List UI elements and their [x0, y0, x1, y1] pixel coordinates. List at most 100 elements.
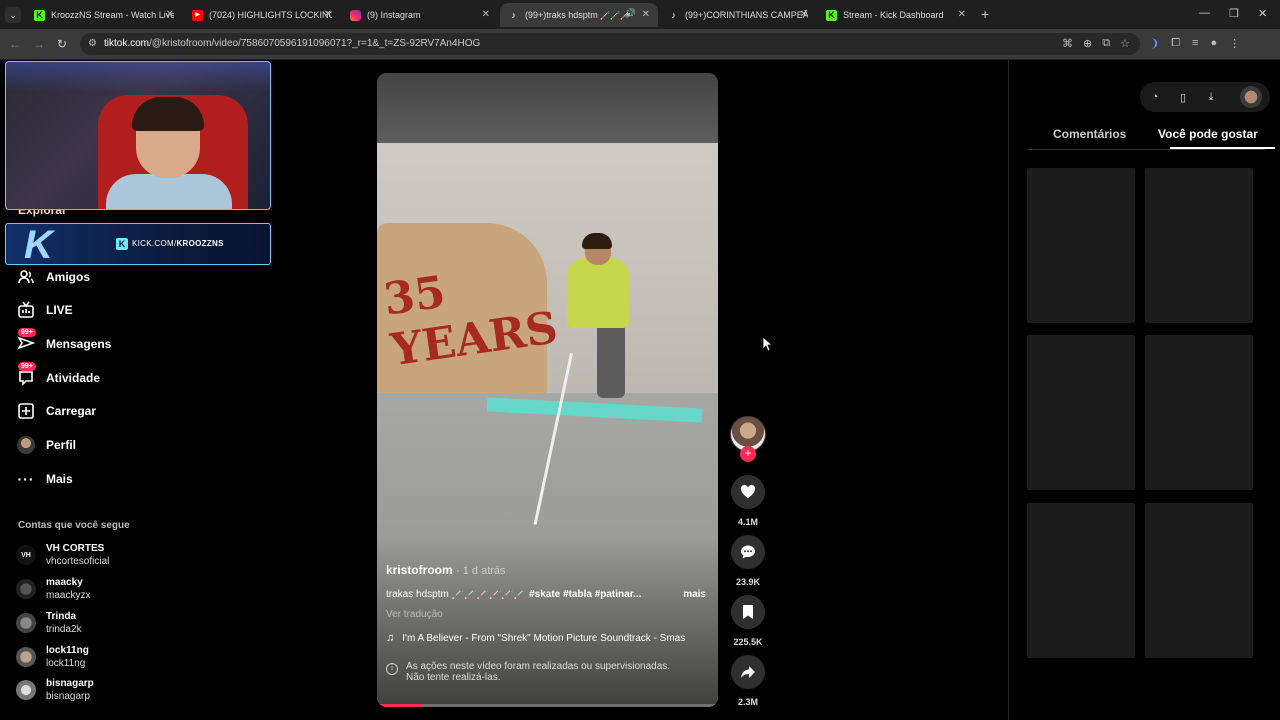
close-icon[interactable]: ✕	[166, 9, 174, 20]
right-panel-tabs: Comentários Você pode gostar	[1027, 120, 1275, 150]
heart-icon	[740, 484, 756, 498]
suggested-video-thumbnail[interactable]	[1027, 503, 1135, 658]
like-button[interactable]	[731, 475, 765, 509]
mouse-cursor-icon	[762, 336, 772, 352]
tab-tiktok-corinthians[interactable]: ♪ (99+)CORINTHIANS CAMPEÃO ✕	[660, 3, 816, 27]
video-caption: trakas hdsptm 🦯🦯🦯🦯🦯🦯 #skate #tabla #pati…	[386, 589, 642, 600]
video-progress-fill	[377, 704, 422, 707]
tab-youtube[interactable]: ▶ (7024) HIGHLIGHTS LOCKING F ✕	[184, 3, 340, 27]
install-icon[interactable]: ⧉	[1102, 37, 1110, 50]
tiktok-icon: ♪	[671, 9, 676, 20]
suggested-video-thumbnail[interactable]	[1145, 168, 1253, 323]
following-item[interactable]: lock11ng lock11ng	[16, 642, 89, 672]
extension-icons: ❩ ⧠ ≡ ● ⋮	[1150, 37, 1240, 50]
suggested-video-thumbnail[interactable]	[1145, 335, 1253, 490]
close-icon[interactable]: ✕	[800, 9, 808, 20]
suggested-video-thumbnail[interactable]	[1027, 335, 1135, 490]
following-item[interactable]: maacky maackyzx	[16, 574, 90, 604]
following-handle: lock11ng	[46, 658, 86, 669]
following-item[interactable]: Trinda trinda2k	[16, 608, 82, 638]
minimize-button[interactable]: —	[1199, 7, 1210, 19]
reload-icon[interactable]: ↻	[57, 37, 67, 51]
close-icon[interactable]: ✕	[482, 9, 490, 20]
close-window-button[interactable]: ✕	[1258, 7, 1267, 20]
tab-search-button[interactable]: ⌄	[5, 7, 21, 23]
tab-tiktok-active[interactable]: ♪ (99+)traks hdsptm 🦯🦯🦯 🔊 ✕	[500, 3, 658, 27]
tab-kick-stream[interactable]: K KroozzNS Stream - Watch Live ✕	[26, 3, 182, 27]
suggested-video-thumbnail[interactable]	[1027, 168, 1135, 323]
zoom-icon[interactable]: ⊕	[1083, 37, 1092, 50]
sidebar-item-upload[interactable]: Carregar	[16, 399, 96, 423]
right-panel: ◔ ▯ ⤓ Comentários Você pode gostar	[1008, 60, 1280, 720]
close-icon[interactable]: ✕	[958, 9, 966, 20]
kick-banner: K K KICK.COM/KROOZZNS	[5, 223, 271, 265]
comment-count: 23.9K	[735, 577, 761, 587]
tab-title: Stream - Kick Dashboard	[843, 10, 944, 20]
puzzle-icon[interactable]: ⧠	[1171, 37, 1180, 50]
video-tools-bar: ◔ ▯ ⤓	[1140, 82, 1270, 112]
sidebar-item-profile[interactable]: Perfil	[16, 433, 76, 457]
download-icon[interactable]: ⤓	[1204, 90, 1218, 104]
share-button[interactable]	[731, 655, 765, 689]
sidebar-item-label: Mais	[46, 472, 73, 486]
following-item[interactable]: VH VH CORTES vhcortesoficial	[16, 540, 109, 570]
sidebar-item-label: LIVE	[46, 303, 73, 317]
back-arrow-icon[interactable]: ←	[9, 37, 21, 51]
mobile-icon[interactable]: ▯	[1176, 90, 1190, 104]
sidebar-item-more[interactable]: ··· Mais	[16, 467, 73, 491]
tab-comments[interactable]: Comentários	[1053, 127, 1126, 141]
close-icon[interactable]: ✕	[324, 9, 332, 20]
caption-more-button[interactable]: mais	[683, 589, 706, 600]
music-info[interactable]: ♫ I'm A Believer - From "Shrek" Motion Pi…	[386, 632, 711, 644]
sidebar-item-activity[interactable]: 99+ Atividade	[16, 362, 100, 390]
share-count: 2.3M	[737, 697, 758, 707]
close-icon[interactable]: ✕	[642, 9, 650, 20]
sidebar-item-messages[interactable]: 99+ Mensagens	[16, 328, 112, 356]
following-name: bisnagarp	[46, 678, 94, 689]
video-author[interactable]: kristofroom · 1 d atrás	[386, 563, 506, 577]
profile-icon[interactable]: ●	[1210, 37, 1217, 50]
maximize-button[interactable]: ❐	[1229, 7, 1239, 20]
speed-icon[interactable]: ◔	[1148, 90, 1162, 104]
video-progress-bar[interactable]	[377, 704, 718, 707]
speaker-icon[interactable]: 🔊	[625, 8, 636, 19]
youtube-icon: ▶	[192, 9, 203, 21]
bookmark-star-icon[interactable]: ☆	[1120, 37, 1130, 50]
save-button[interactable]	[731, 595, 765, 629]
messages-icon: 99+	[16, 328, 36, 354]
media-control-icon[interactable]: ≡	[1192, 37, 1198, 50]
extension-icon[interactable]: ❩	[1150, 37, 1159, 50]
sidebar-item-label: Carregar	[46, 404, 97, 418]
video-player[interactable]: 35 YEARS kristofroom · 1 d atrás trakas …	[377, 73, 718, 707]
following-name: maacky	[46, 577, 83, 588]
suggested-video-thumbnail[interactable]	[1145, 503, 1253, 658]
following-item[interactable]: bisnagarp bisnagarp	[16, 675, 94, 705]
kebab-menu-icon[interactable]: ⋮	[1229, 37, 1240, 50]
sidebar-item-live[interactable]: LIVE	[16, 298, 73, 322]
active-tab-indicator	[1170, 147, 1275, 149]
tab-instagram[interactable]: (9) Instagram ✕	[342, 3, 498, 27]
site-info-icon[interactable]: ⚙	[88, 38, 100, 50]
address-bar[interactable]: ⚙ tiktok.com/@kristofroom/video/75860705…	[80, 33, 1140, 55]
tab-suggestions[interactable]: Você pode gostar	[1158, 127, 1258, 141]
instagram-icon	[350, 9, 361, 21]
sidebar-item-friends[interactable]: Amigos	[16, 265, 90, 289]
kick-icon: K	[34, 9, 45, 21]
browser-tab-bar: ⌄ K KroozzNS Stream - Watch Live ✕ ▶ (70…	[0, 0, 1280, 29]
new-tab-button[interactable]: +	[981, 6, 989, 22]
sidebar-item-label: Mensagens	[46, 337, 112, 351]
follow-plus-button[interactable]: +	[740, 446, 756, 462]
sidebar-item-label: Amigos	[46, 270, 91, 284]
kick-logo-icon: K	[24, 223, 53, 265]
forward-arrow-icon[interactable]: →	[33, 37, 45, 51]
following-section-title: Contas que você segue	[18, 520, 130, 531]
translate-link[interactable]: Ver tradução	[386, 609, 443, 620]
comment-button[interactable]	[731, 535, 765, 569]
following-handle: maackyzx	[46, 590, 91, 601]
avatar	[16, 680, 36, 700]
tab-kick-dashboard[interactable]: K Stream - Kick Dashboard ✕	[818, 3, 974, 27]
translate-icon[interactable]: ⌘	[1062, 37, 1073, 50]
user-avatar[interactable]	[1240, 86, 1262, 108]
following-handle: bisnagarp	[46, 691, 90, 702]
following-name: lock11ng	[46, 645, 89, 656]
